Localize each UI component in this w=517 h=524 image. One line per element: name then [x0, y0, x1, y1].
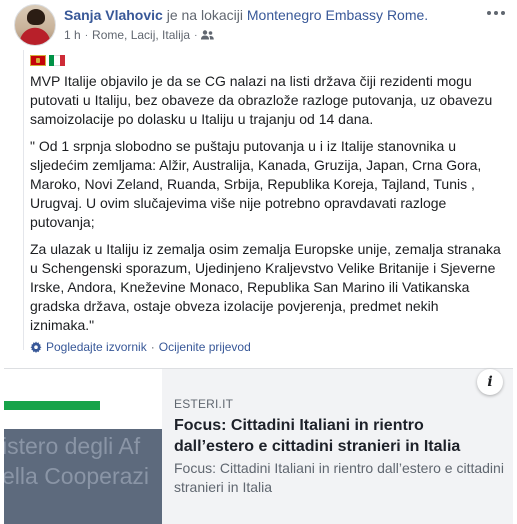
meta-separator: · — [84, 29, 89, 41]
preview-description: Focus: Cittadini Italiani in rientro dal… — [174, 460, 504, 495]
gear-icon[interactable] — [30, 341, 42, 353]
flag-italy-icon — [49, 54, 65, 66]
more-options-icon[interactable] — [485, 6, 507, 20]
translation-bar: Pogledajte izvornik · Ocijenite prijevod — [30, 340, 251, 354]
preview-image-text-1: istero degli Af — [4, 433, 141, 459]
post-paragraph-3: Za ulazak u Italiju iz zemalja osim zema… — [30, 241, 501, 333]
timestamp-link[interactable]: 1 h — [64, 28, 81, 42]
post-paragraph-1: MVP Italije objavilo je da se CG nalazi … — [30, 73, 493, 127]
checkin-text: je na lokaciji — [166, 7, 243, 23]
preview-title[interactable]: Focus: Cittadini Italiani in rientro dal… — [174, 415, 494, 457]
location-text[interactable]: Rome, Lacij, Italija — [92, 28, 190, 42]
translation-separator: · — [150, 340, 155, 354]
post-meta: 1 h · Rome, Lacij, Italija · — [64, 28, 215, 42]
rate-translation-link[interactable]: Ocijenite prijevod — [159, 340, 251, 354]
link-preview-card[interactable]: istero degli Af ella Cooperazi ESTERI.IT… — [4, 368, 513, 524]
see-original-link[interactable]: Pogledajte izvornik — [46, 340, 147, 354]
post-text: MVP Italije objavilo je da se CG nalazi … — [30, 52, 505, 343]
preview-green-bar — [4, 401, 100, 410]
post-paragraph-2: " Od 1 srpnja slobodno se puštaju putova… — [30, 138, 482, 230]
author-name-link[interactable]: Sanja Vlahovic — [64, 7, 163, 23]
preview-domain: ESTERI.IT — [174, 397, 234, 411]
facebook-post: Sanja Vlahovic je na lokaciji Montenegro… — [0, 0, 517, 524]
friends-icon[interactable] — [201, 30, 215, 40]
flag-montenegro-icon — [30, 54, 46, 66]
avatar-photo — [27, 9, 45, 25]
avatar[interactable] — [14, 4, 56, 46]
link-preview-image[interactable]: istero degli Af ella Cooperazi — [4, 369, 162, 524]
location-link[interactable]: Montenegro Embassy Rome. — [247, 7, 428, 23]
translation-divider — [23, 50, 24, 350]
preview-image-text-2: ella Cooperazi — [4, 463, 150, 489]
info-icon[interactable]: i — [477, 369, 503, 395]
flag-row — [30, 52, 505, 68]
post-header: Sanja Vlahovic je na lokaciji Montenegro… — [64, 7, 428, 23]
meta-separator-2: · — [194, 29, 198, 41]
